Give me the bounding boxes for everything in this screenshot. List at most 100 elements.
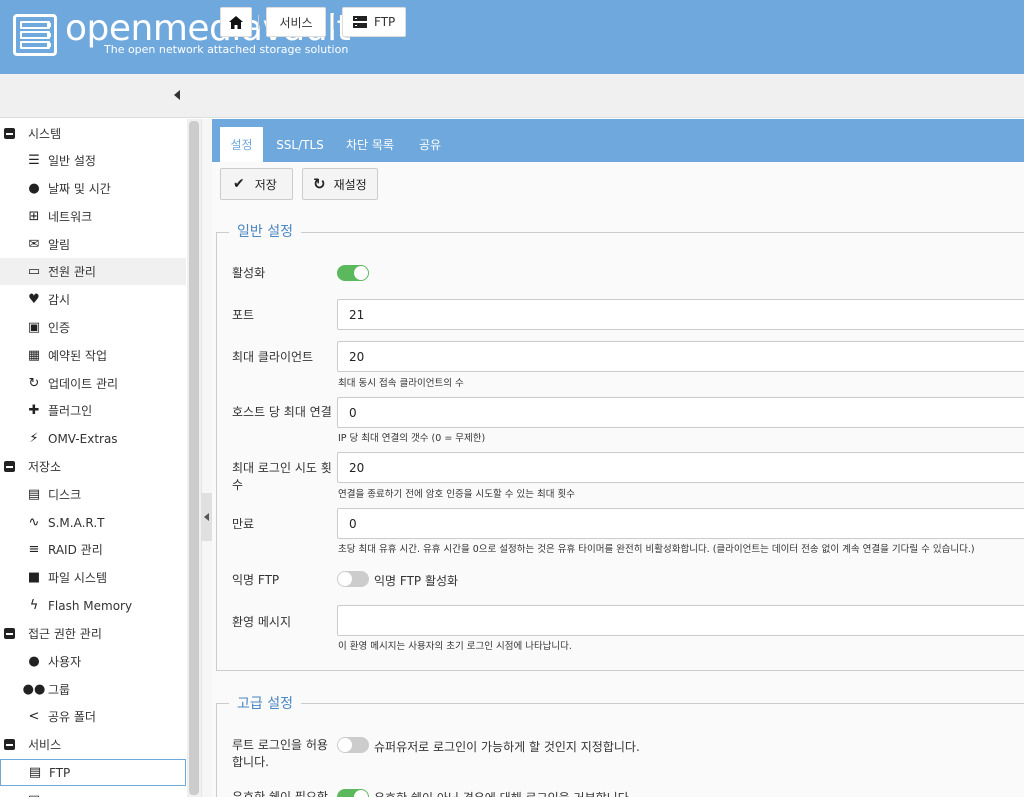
sidebar-group-storage[interactable]: 저장소 xyxy=(0,453,186,480)
plug-icon: ⚡ xyxy=(29,431,39,446)
refresh-icon: ↻ xyxy=(313,175,326,193)
database-icon: ≡ xyxy=(28,542,40,557)
sidebar-item-filesystems[interactable]: ■ 파일 시스템 xyxy=(0,564,186,591)
divider-collapse-icon[interactable] xyxy=(204,513,209,521)
port-input[interactable]: 21 xyxy=(337,299,1024,330)
heartbeat-icon: ♥ xyxy=(28,292,40,307)
tab-ban-list[interactable]: 차단 목록 xyxy=(340,127,400,162)
toolbar xyxy=(0,74,1024,118)
max-clients-hint: 최대 동시 접속 클라이언트의 수 xyxy=(338,378,464,389)
sidebar-item-plugins[interactable]: ✚ 플러그인 xyxy=(0,397,186,424)
user-icon: ● xyxy=(28,654,40,669)
sidebar: 시스템 ☰ 일반 설정 ● 날짜 및 시간 ⊞ 네트워크 ✉ 알림 ▭ 전원 관리 ♥ 감시… xyxy=(0,119,186,797)
sidebar-item-updates[interactable]: ↻ 업데이트 관리 xyxy=(0,370,186,397)
anon-ftp-label: 익명 FTP xyxy=(232,573,280,587)
timeout-hint: 초당 최대 유휴 시간. 유휴 시간을 0으로 설정하는 것은 유휴 타이머를 … xyxy=(338,544,975,555)
sidebar-item-raid[interactable]: ≡ RAID 관리 xyxy=(0,536,186,563)
mail-icon: ✉ xyxy=(28,237,40,252)
sidebar-item-power[interactable]: ▭ 전원 관리 xyxy=(0,258,186,285)
sidebar-group-access[interactable]: 접근 권한 관리 xyxy=(0,620,186,647)
folder-stack-icon: ■ xyxy=(27,570,41,585)
sidebar-item-next[interactable]: ▤ xyxy=(0,787,186,797)
panel-divider[interactable] xyxy=(201,119,212,797)
sidebar-item-network[interactable]: ⊞ 네트워크 xyxy=(0,203,186,230)
sidebar-item-monitoring[interactable]: ♥ 감시 xyxy=(0,286,186,313)
timeout-input[interactable]: 0 xyxy=(337,508,1024,539)
sidebar-item-omv-extras[interactable]: ⚡ OMV-Extras xyxy=(0,425,186,452)
sidebar-item-certificates[interactable]: ▣ 인증 xyxy=(0,314,186,341)
collapse-icon xyxy=(4,128,15,139)
sidebar-group-system[interactable]: 시스템 xyxy=(0,120,186,147)
max-per-host-hint: IP 당 최대 연결의 갯수 (0 = 무제한) xyxy=(338,433,486,444)
breadcrumb-services[interactable]: 서비스 xyxy=(266,7,326,37)
group-icon: ●● xyxy=(22,682,46,697)
tab-shares[interactable]: 공유 xyxy=(410,127,450,162)
tab-settings[interactable]: 설정 xyxy=(220,127,263,162)
welcome-message-input[interactable] xyxy=(337,605,1024,636)
sidebar-item-scheduled-jobs[interactable]: ▦ 예약된 작업 xyxy=(0,342,186,369)
save-button[interactable]: ✔ 저장 xyxy=(220,168,293,200)
breadcrumb-ftp[interactable]: FTP xyxy=(342,7,406,37)
root-login-toggle[interactable] xyxy=(337,737,369,753)
max-login-input[interactable]: 20 xyxy=(337,452,1024,483)
sidebar-item-datetime[interactable]: ● 날짜 및 시간 xyxy=(0,175,186,202)
max-login-hint: 연결을 종료하기 전에 암호 인증을 시도할 수 있는 최대 횟수 xyxy=(338,489,575,500)
collapse-sidebar-icon[interactable] xyxy=(174,90,180,100)
welcome-message-hint: 이 환영 메시지는 사용자의 초기 로그인 시점에 나타납니다. xyxy=(338,641,572,652)
battery-icon: ▭ xyxy=(27,264,41,279)
root-login-toggle-label: 슈퍼유저로 로그인이 가능하게 할 것인지 지정합니다. xyxy=(374,740,640,754)
sidebar-scrollbar[interactable] xyxy=(187,119,201,797)
tab-bar: 설정 SSL/TLS 차단 목록 공유 xyxy=(212,119,1024,162)
root-login-label: 루트 로그인을 허용합니다. xyxy=(232,738,328,769)
collapse-icon xyxy=(4,739,15,750)
lightning-icon: ϟ xyxy=(29,598,39,613)
network-icon: ⊞ xyxy=(28,209,40,224)
home-icon xyxy=(229,15,243,29)
logo-icon xyxy=(13,14,57,56)
scrollbar-thumb[interactable] xyxy=(189,121,199,795)
require-shell-toggle-label: 유효한 쉘이 아닌 경우에 대해 로그인을 거부합니다. xyxy=(374,789,633,797)
sidebar-item-notification[interactable]: ✉ 알림 xyxy=(0,231,186,258)
port-label: 포트 xyxy=(232,308,255,322)
anon-ftp-toggle[interactable] xyxy=(337,571,369,587)
max-per-host-label: 호스트 당 최대 연결 xyxy=(232,405,332,419)
sidebar-item-groups[interactable]: ●● 그룹 xyxy=(0,676,186,703)
max-login-label: 최대 로그인 시도 횟수 xyxy=(232,461,332,492)
check-icon: ✔ xyxy=(233,176,245,192)
enable-label: 활성화 xyxy=(232,266,266,280)
max-per-host-input[interactable]: 0 xyxy=(337,397,1024,428)
breadcrumb-separator xyxy=(258,15,259,29)
sidebar-item-flash-memory[interactable]: ϟ Flash Memory xyxy=(0,592,186,619)
sidebar-group-services[interactable]: 서비스 xyxy=(0,731,186,758)
reset-button[interactable]: ↻ 재설정 xyxy=(302,168,378,200)
calendar-clock-icon: ▦ xyxy=(27,348,41,363)
breadcrumb-home[interactable] xyxy=(220,7,252,37)
enable-toggle[interactable] xyxy=(337,265,369,281)
disk-icon: ▤ xyxy=(27,487,41,502)
tab-ssl-tls[interactable]: SSL/TLS xyxy=(268,127,332,162)
app-header: openmediavault The open network attached… xyxy=(0,0,1024,74)
logo-tagline: The open network attached storage soluti… xyxy=(104,43,349,56)
sidebar-item-users[interactable]: ● 사용자 xyxy=(0,648,186,675)
general-settings-legend: 일반 설정 xyxy=(229,221,301,241)
max-clients-input[interactable]: 20 xyxy=(337,341,1024,372)
server-icon: ▤ xyxy=(26,793,42,797)
sidebar-item-smart[interactable]: ∿ S.M.A.R.T xyxy=(0,509,186,536)
require-shell-toggle[interactable] xyxy=(337,789,369,797)
breadcrumb-separator xyxy=(333,15,334,29)
puzzle-icon: ✚ xyxy=(28,403,40,418)
server-icon: ▤ xyxy=(28,765,42,780)
anon-ftp-toggle-label: 익명 FTP 활성화 xyxy=(374,574,459,588)
require-shell-label: 유효한 쉘이 필요함 xyxy=(232,790,328,797)
sliders-icon: ☰ xyxy=(28,153,40,168)
sidebar-item-shared-folders[interactable]: < 공유 폴더 xyxy=(0,703,186,730)
share-icon: < xyxy=(28,709,40,724)
clock-icon: ● xyxy=(28,181,40,196)
timeout-label: 만료 xyxy=(232,517,255,531)
welcome-message-label: 환영 메시지 xyxy=(232,615,292,629)
sidebar-item-disks[interactable]: ▤ 디스크 xyxy=(0,481,186,508)
sidebar-item-ftp[interactable]: ▤ FTP xyxy=(0,759,186,786)
collapse-icon xyxy=(4,628,15,639)
sidebar-item-general[interactable]: ☰ 일반 설정 xyxy=(0,147,186,174)
certificate-icon: ▣ xyxy=(27,320,41,335)
